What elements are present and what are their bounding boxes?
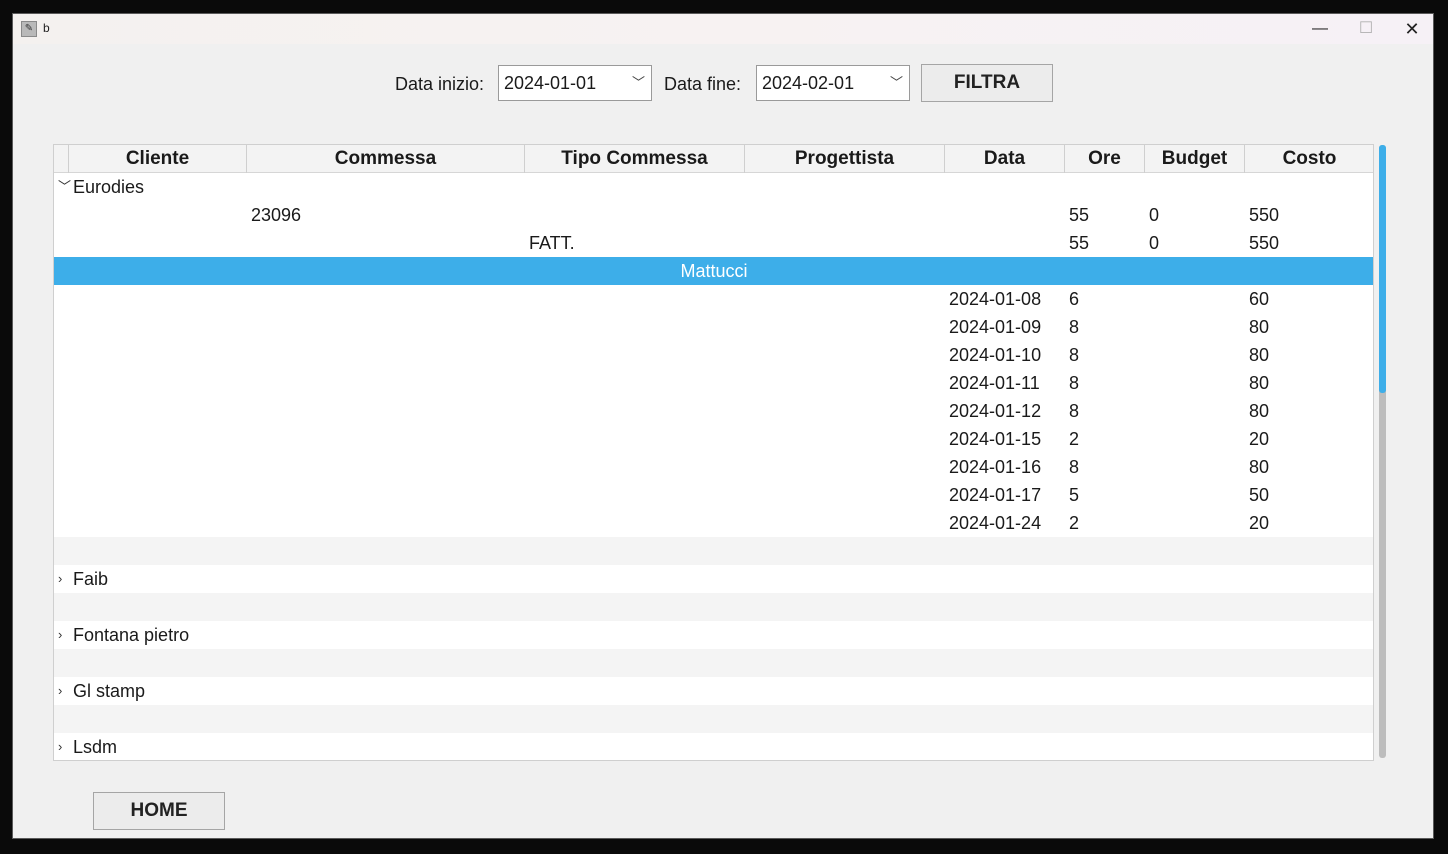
app-window: ✎ b — ☐ ✕ Data inizio: 2024-01-01 ﹀ Data… [12, 13, 1434, 839]
end-date-value: 2024-02-01 [762, 73, 855, 93]
ore-cell: 55 [1069, 233, 1090, 253]
costo-cell: 550 [1249, 205, 1280, 225]
chevron-right-icon[interactable]: › [58, 621, 62, 649]
client-row-lsdm[interactable]: › Lsdm [54, 733, 1373, 760]
client-name: Faib [73, 569, 109, 589]
chevron-right-icon[interactable]: › [58, 677, 62, 705]
costo-cell: 550 [1249, 233, 1280, 253]
commessa-row[interactable]: 23096 55 0 550 [54, 201, 1373, 229]
table-row[interactable]: 2024-01-08 6 60 [54, 285, 1373, 313]
window-title: b [43, 21, 50, 35]
client-row-faib[interactable]: › Faib [54, 565, 1373, 593]
column-header[interactable]: Data [945, 145, 1065, 173]
data-cell: 2024-01-11 [949, 373, 1040, 393]
data-cell: 2024-01-17 [949, 485, 1042, 505]
costo-cell: 80 [1249, 317, 1270, 337]
budget-cell: 0 [1149, 205, 1160, 225]
spacer-row [54, 705, 1373, 733]
start-date-value: 2024-01-01 [504, 73, 597, 93]
table-row[interactable]: 2024-01-11 8 80 [54, 369, 1373, 397]
costo-cell: 60 [1249, 289, 1270, 309]
client-name: Fontana pietro [73, 625, 190, 645]
start-date-combo[interactable]: 2024-01-01 ﹀ [498, 65, 652, 101]
feather-icon: ✎ [21, 21, 37, 37]
data-cell: 2024-01-12 [949, 401, 1042, 421]
column-header[interactable]: Budget [1145, 145, 1245, 173]
data-cell: 2024-01-15 [949, 429, 1042, 449]
table-row[interactable]: 2024-01-10 8 80 [54, 341, 1373, 369]
costo-cell: 20 [1249, 513, 1270, 533]
table-row[interactable]: 2024-01-24 2 20 [54, 509, 1373, 537]
client-row-fontana-pietro[interactable]: › Fontana pietro [54, 621, 1373, 649]
client-row-gl-stamp[interactable]: › Gl stamp [54, 677, 1373, 705]
ore-cell: 8 [1069, 401, 1080, 421]
table-row[interactable]: 2024-01-15 2 20 [54, 425, 1373, 453]
column-header[interactable]: Tipo Commessa [525, 145, 745, 173]
column-header[interactable]: Progettista [745, 145, 945, 173]
budget-cell: 0 [1149, 233, 1160, 253]
chevron-down-icon[interactable]: ﹀ [632, 66, 645, 100]
end-date-label: Data fine: [664, 74, 742, 94]
column-header[interactable]: Ore [1065, 145, 1145, 173]
progettista-cell: Mattucci [680, 261, 748, 281]
costo-cell: 20 [1249, 429, 1270, 449]
scrollbar-thumb[interactable] [1379, 145, 1386, 393]
tipo-cell: FATT. [529, 233, 575, 253]
spacer-row [54, 537, 1373, 565]
ore-cell: 2 [1069, 429, 1080, 449]
column-header[interactable]: Cliente [69, 145, 247, 173]
costo-cell: 80 [1249, 401, 1270, 421]
minimize-icon[interactable]: — [1297, 14, 1343, 44]
progettista-row-selected[interactable]: Mattucci [54, 257, 1373, 285]
table-row[interactable]: 2024-01-12 8 80 [54, 397, 1373, 425]
client-name: Gl stamp [73, 681, 146, 701]
data-cell: 2024-01-24 [949, 513, 1042, 533]
close-icon[interactable]: ✕ [1389, 14, 1433, 44]
ore-cell: 6 [1069, 289, 1080, 309]
title-bar[interactable]: ✎ b — ☐ ✕ [13, 14, 1433, 44]
maximize-icon[interactable]: ☐ [1343, 14, 1389, 44]
start-date-label: Data inizio: [395, 74, 485, 94]
client-row-eurodies[interactable]: ﹀ Eurodies [54, 173, 1373, 201]
chevron-right-icon[interactable]: › [58, 733, 62, 760]
chevron-down-icon[interactable]: ﹀ [890, 66, 903, 100]
tipo-commessa-row[interactable]: FATT. 55 0 550 [54, 229, 1373, 257]
costo-cell: 80 [1249, 373, 1270, 393]
chevron-right-icon[interactable]: › [58, 565, 62, 593]
ore-cell: 8 [1069, 457, 1080, 477]
table-row[interactable]: 2024-01-09 8 80 [54, 313, 1373, 341]
spacer-row [54, 649, 1373, 677]
data-cell: 2024-01-09 [949, 317, 1042, 337]
ore-cell: 55 [1069, 205, 1090, 225]
ore-cell: 5 [1069, 485, 1080, 505]
chevron-down-icon[interactable]: ﹀ [58, 173, 71, 201]
costo-cell: 80 [1249, 345, 1270, 365]
results-tree[interactable]: Cliente Commessa Tipo Commessa Progettis… [53, 144, 1374, 761]
ore-cell: 8 [1069, 373, 1080, 393]
client-name: Lsdm [73, 737, 118, 757]
table-row[interactable]: 2024-01-17 5 50 [54, 481, 1373, 509]
spacer-row [54, 593, 1373, 621]
table-header: Cliente Commessa Tipo Commessa Progettis… [54, 145, 1373, 173]
costo-cell: 80 [1249, 457, 1270, 477]
column-header[interactable]: Costo [1245, 145, 1373, 173]
data-cell: 2024-01-16 [949, 457, 1042, 477]
data-cell: 2024-01-10 [949, 345, 1042, 365]
ore-cell: 8 [1069, 345, 1080, 365]
end-date-combo[interactable]: 2024-02-01 ﹀ [756, 65, 910, 101]
header-spacer [54, 145, 69, 173]
home-button[interactable]: HOME [93, 792, 225, 830]
data-cell: 2024-01-08 [949, 289, 1042, 309]
table-row[interactable]: 2024-01-16 8 80 [54, 453, 1373, 481]
costo-cell: 50 [1249, 485, 1270, 505]
column-header[interactable]: Commessa [247, 145, 525, 173]
filter-button[interactable]: FILTRA [921, 64, 1053, 102]
ore-cell: 2 [1069, 513, 1080, 533]
ore-cell: 8 [1069, 317, 1080, 337]
client-name: Eurodies [73, 177, 145, 197]
vertical-scrollbar[interactable] [1379, 145, 1386, 758]
commessa-cell: 23096 [251, 205, 302, 225]
